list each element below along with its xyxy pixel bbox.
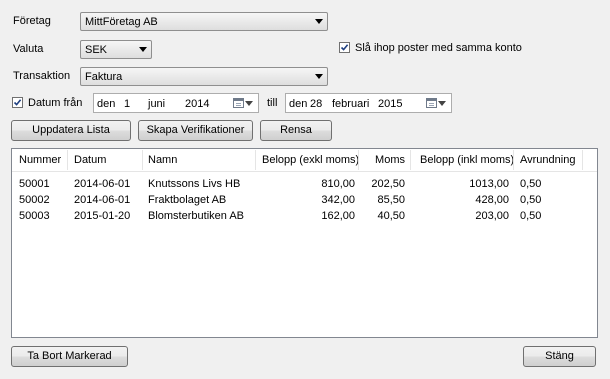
table-row[interactable]: 50001 2014-06-01 Knutssons Livs HB 810,0… [12,176,597,192]
chevron-down-icon [315,19,323,24]
create-vouchers-button[interactable]: Skapa Verifikationer [138,120,253,141]
transaction-select[interactable]: Faktura [80,67,328,86]
date-filter-checkbox[interactable] [12,97,23,108]
column-header-amount-incl[interactable]: Belopp (inkl moms) [420,149,514,171]
chevron-down-icon[interactable] [245,101,253,106]
column-header-date[interactable]: Datum [74,149,106,171]
cell-amount-excl: 810,00 [321,178,355,190]
company-select-value: MittFöretag AB [85,16,158,28]
till-label: till [267,97,278,109]
column-header-name[interactable]: Namn [148,149,177,171]
update-list-button[interactable]: Uppdatera Lista [11,120,131,141]
date-from-prefix: den [97,98,116,110]
merge-label: Slå ihop poster med samma konto [355,42,522,54]
date-to-year[interactable]: 2015 [378,98,402,110]
cell-number: 50003 [19,210,50,222]
cell-rounding: 0,50 [520,194,542,206]
currency-select[interactable]: SEK [80,40,152,59]
chevron-down-icon[interactable] [438,101,446,106]
cell-amount-excl: 342,00 [321,194,355,206]
currency-select-value: SEK [85,44,108,56]
date-from-picker[interactable]: den 1 juni 2014 [93,93,259,113]
currency-label: Valuta [13,43,44,55]
close-button[interactable]: Stäng [523,346,596,367]
date-to-prefix: den [289,98,308,110]
column-header-vat[interactable]: Moms [362,149,405,171]
delete-selected-button[interactable]: Ta Bort Markerad [11,346,128,367]
date-filter-label: Datum från [28,97,83,109]
cell-number: 50002 [19,194,50,206]
column-header-amount-excl[interactable]: Belopp (exkl moms) [262,149,359,171]
cell-amount-excl: 162,00 [321,210,355,222]
cell-date: 2014-06-01 [74,178,131,190]
table-row[interactable]: 50002 2014-06-01 Fraktbolaget AB 342,00 … [12,192,597,208]
cell-amount-incl: 428,00 [475,194,509,206]
calendar-icon[interactable] [233,98,244,108]
transaction-select-value: Faktura [85,71,123,83]
table-row[interactable]: 50003 2015-01-20 Blomsterbutiken AB 162,… [12,208,597,224]
chevron-down-icon [315,74,323,79]
cell-vat: 40,50 [377,210,405,222]
cell-vat: 202,50 [371,178,405,190]
cell-name: Fraktbolaget AB [148,194,227,206]
cell-date: 2015-01-20 [74,210,131,222]
cell-vat: 85,50 [377,194,405,206]
date-to-picker[interactable]: den 28 februari 2015 [285,93,452,113]
cell-name: Blomsterbutiken AB [148,210,244,222]
cell-amount-incl: 203,00 [475,210,509,222]
chevron-down-icon [139,47,147,52]
date-from-day[interactable]: 1 [124,98,130,110]
column-header-rounding[interactable]: Avrundning [520,149,575,171]
checkmark-icon [340,44,349,51]
company-label: Företag [13,15,51,27]
cell-rounding: 0,50 [520,210,542,222]
date-to-day[interactable]: 28 [310,98,322,110]
calendar-icon[interactable] [426,98,437,108]
merge-checkbox[interactable] [339,42,350,53]
cell-amount-incl: 1013,00 [469,178,509,190]
transactions-list[interactable]: Nummer Datum Namn Belopp (exkl moms) Mom… [11,148,598,338]
cell-number: 50001 [19,178,50,190]
transaction-label: Transaktion [13,70,71,82]
clear-button[interactable]: Rensa [260,120,332,141]
column-header-number[interactable]: Nummer [19,149,61,171]
date-to-month[interactable]: februari [332,98,369,110]
date-from-month[interactable]: juni [148,98,165,110]
table-header: Nummer Datum Namn Belopp (exkl moms) Mom… [12,149,597,172]
checkmark-icon [13,99,22,106]
cell-rounding: 0,50 [520,178,542,190]
cell-date: 2014-06-01 [74,194,131,206]
cell-name: Knutssons Livs HB [148,178,241,190]
company-select[interactable]: MittFöretag AB [80,12,328,31]
date-from-year[interactable]: 2014 [185,98,209,110]
